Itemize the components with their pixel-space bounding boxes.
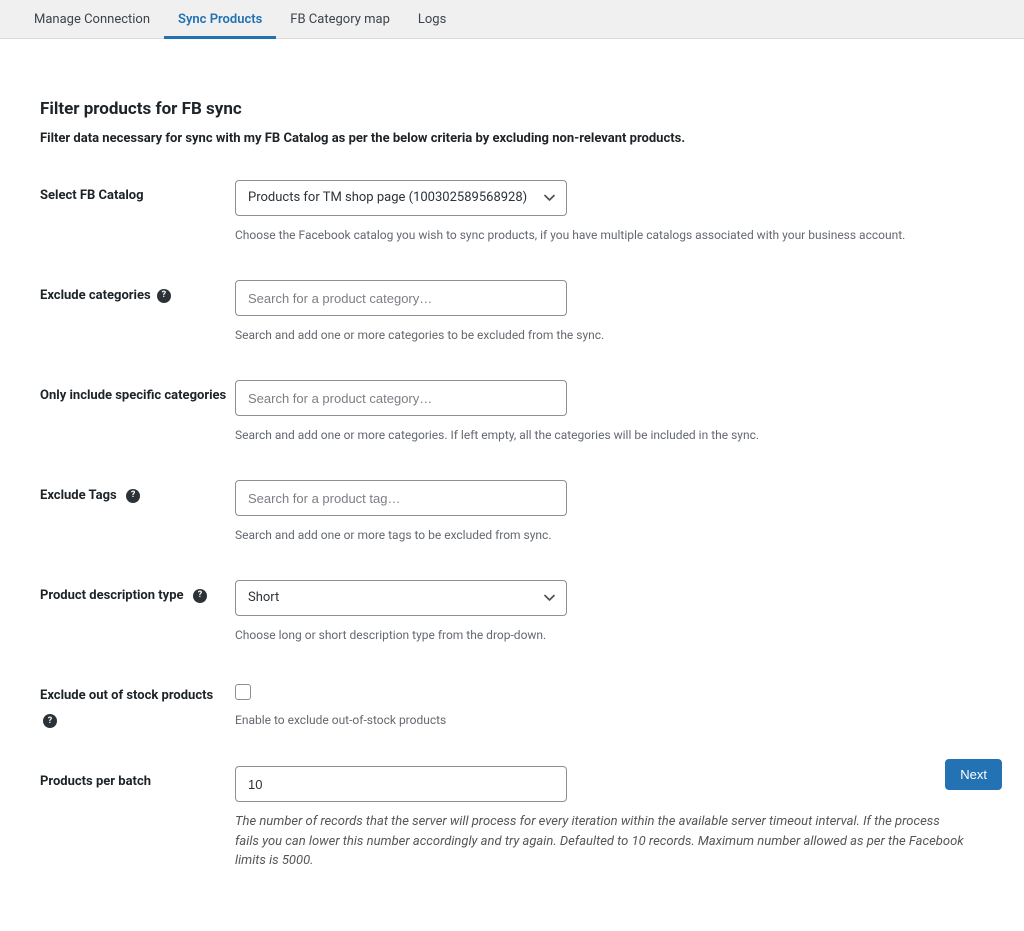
row-select-catalog: Select FB Catalog Products for TM shop p…	[40, 180, 984, 244]
help-icon[interactable]: ?	[193, 589, 207, 603]
row-description-type: Product description type ? Short Choose …	[40, 580, 984, 644]
label-select-catalog: Select FB Catalog	[40, 180, 235, 205]
exclude-categories-input[interactable]	[235, 280, 567, 316]
tab-sync-products[interactable]: Sync Products	[164, 0, 276, 39]
help-icon[interactable]: ?	[43, 714, 57, 728]
page-title: Filter products for FB sync	[40, 99, 984, 119]
help-include-categories: Search and add one or more categories. I…	[235, 426, 975, 444]
help-products-per-batch: The number of records that the server wi…	[235, 812, 965, 871]
tab-manage-connection[interactable]: Manage Connection	[20, 0, 164, 39]
label-exclude-tags: Exclude Tags ?	[40, 480, 235, 505]
help-icon[interactable]: ?	[157, 289, 171, 303]
tab-fb-category-map[interactable]: FB Category map	[276, 0, 404, 39]
select-description-type[interactable]: Short	[235, 580, 567, 616]
page-subtitle: Filter data necessary for sync with my F…	[40, 131, 984, 146]
exclude-tags-input[interactable]	[235, 480, 567, 516]
label-description-type-text: Product description type	[40, 588, 184, 603]
content-area: Filter products for FB sync Filter data …	[0, 39, 1024, 931]
row-exclude-categories: Exclude categories ? Search and add one …	[40, 280, 984, 344]
exclude-oos-checkbox[interactable]	[235, 684, 251, 700]
next-button[interactable]: Next	[945, 759, 1002, 790]
help-select-catalog: Choose the Facebook catalog you wish to …	[235, 226, 975, 244]
help-exclude-tags: Search and add one or more tags to be ex…	[235, 526, 975, 544]
help-exclude-categories: Search and add one or more categories to…	[235, 326, 975, 344]
include-categories-input[interactable]	[235, 380, 567, 416]
select-fb-catalog[interactable]: Products for TM shop page (1003025895689…	[235, 180, 567, 216]
tab-bar: Manage Connection Sync Products FB Categ…	[0, 0, 1024, 39]
row-products-per-batch: Products per batch The number of records…	[40, 766, 984, 871]
tab-logs[interactable]: Logs	[404, 0, 460, 39]
help-icon[interactable]: ?	[126, 489, 140, 503]
help-description-type: Choose long or short description type fr…	[235, 626, 975, 644]
label-exclude-oos: Exclude out of stock products ?	[40, 680, 235, 730]
label-exclude-categories: Exclude categories ?	[40, 280, 235, 305]
label-exclude-tags-text: Exclude Tags	[40, 488, 117, 503]
label-products-per-batch: Products per batch	[40, 766, 235, 791]
row-include-categories: Only include specific categories Search …	[40, 380, 984, 444]
label-description-type: Product description type ?	[40, 580, 235, 605]
label-exclude-categories-text: Exclude categories	[40, 288, 151, 303]
products-per-batch-input[interactable]	[235, 766, 567, 802]
row-exclude-oos: Exclude out of stock products ? Enable t…	[40, 680, 984, 730]
row-exclude-tags: Exclude Tags ? Search and add one or mor…	[40, 480, 984, 544]
exclude-oos-checkbox-label: Enable to exclude out-of-stock products	[235, 713, 446, 727]
label-exclude-oos-text: Exclude out of stock products	[40, 688, 213, 703]
label-include-categories: Only include specific categories	[40, 380, 235, 405]
